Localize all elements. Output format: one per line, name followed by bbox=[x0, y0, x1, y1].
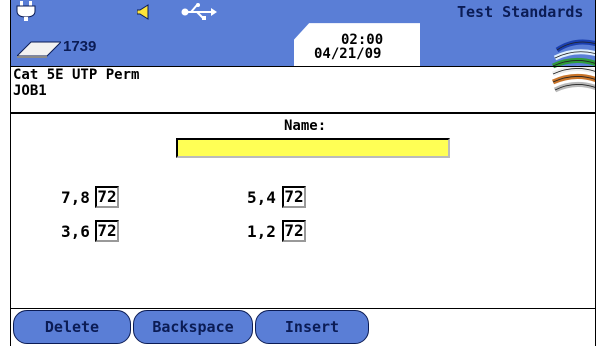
tester-screen: Test Standards 1739 02:00 04/21/09 Cat 5… bbox=[10, 0, 596, 346]
pair-value-78[interactable]: 72 bbox=[95, 186, 119, 208]
pair-value-12[interactable]: 72 bbox=[282, 220, 306, 242]
name-field-label: Name: bbox=[284, 118, 327, 134]
job-name-label: JOB1 bbox=[13, 83, 47, 99]
pair-value-54[interactable]: 72 bbox=[282, 186, 306, 208]
name-input[interactable] bbox=[176, 138, 450, 158]
cable-bundle-icon bbox=[551, 39, 595, 93]
pair-label-12: 1,2 bbox=[247, 222, 276, 241]
footer-divider bbox=[11, 308, 595, 309]
plug-icon bbox=[16, 1, 36, 21]
pair-label-36: 3,6 bbox=[61, 222, 90, 241]
backspace-button[interactable]: Backspace bbox=[133, 310, 253, 344]
storage-counter: 1739 bbox=[63, 38, 97, 55]
pair-label-54: 5,4 bbox=[247, 188, 276, 207]
pair-label-78: 7,8 bbox=[61, 188, 90, 207]
pair-value-36[interactable]: 72 bbox=[95, 220, 119, 242]
usb-icon bbox=[181, 3, 217, 20]
memory-card-icon bbox=[17, 41, 61, 58]
speaker-icon bbox=[137, 4, 149, 20]
screen-title: Test Standards bbox=[457, 3, 584, 21]
insert-button[interactable]: Insert bbox=[255, 310, 369, 344]
clock-date: 04/21/09 bbox=[314, 46, 382, 62]
content-divider bbox=[11, 112, 595, 114]
delete-button[interactable]: Delete bbox=[13, 310, 131, 344]
test-standard-label: Cat 5E UTP Perm bbox=[13, 67, 140, 83]
